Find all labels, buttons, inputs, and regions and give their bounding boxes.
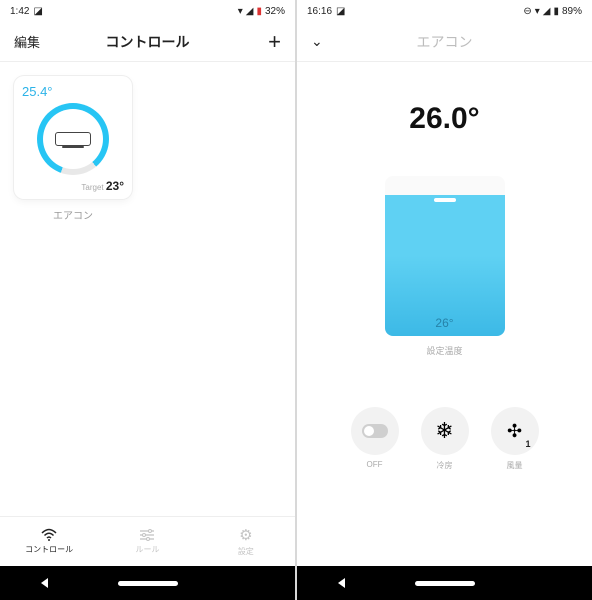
temp-slider[interactable]: 26° [385, 176, 505, 336]
power-control[interactable]: OFF [351, 407, 399, 471]
mode-button[interactable]: ❄ [421, 407, 469, 455]
edit-button[interactable]: 編集 [14, 32, 54, 51]
app-icon: ◪ [336, 6, 345, 17]
status-battery: 89% [562, 6, 582, 17]
toggle-button[interactable] [351, 407, 399, 455]
mode-control[interactable]: ❄ 冷房 [421, 407, 469, 471]
signal-icon: ◢ [246, 6, 254, 17]
status-time: 1:42 [10, 6, 29, 17]
nav-back-icon[interactable] [41, 578, 48, 588]
current-temp-display: 26.0° [409, 102, 479, 136]
calendar-icon: ◪ [33, 6, 42, 17]
phone-left: 1:42 ◪ ▾ ◢ ▮ 32% 編集 コントロール + 25.4° [0, 0, 295, 600]
page-title: エアコン [351, 32, 538, 52]
tab-label: 設定 [238, 546, 254, 557]
current-temp: 25.4° [22, 84, 124, 99]
page-title: コントロール [54, 32, 241, 52]
fan-button[interactable]: ✣ 1 [491, 407, 539, 455]
fan-control[interactable]: ✣ 1 風量 [491, 407, 539, 471]
tab-label: ルール [135, 544, 159, 555]
app-header: ⌄ エアコン [297, 22, 592, 62]
status-bar: 16:16 ◪ ⊖ ▾ ◢ ▮ 89% [297, 0, 592, 22]
tab-control[interactable]: コントロール [0, 517, 98, 566]
target-label: Target [81, 183, 103, 192]
status-battery: 32% [265, 6, 285, 17]
fan-level-badge: 1 [525, 439, 530, 449]
status-time: 16:16 [307, 6, 332, 17]
signal-icon: ◢ [543, 6, 551, 17]
battery-icon: ▮ [553, 6, 559, 17]
controls-row: OFF ❄ 冷房 ✣ 1 風量 [351, 407, 539, 471]
control-label: OFF [367, 460, 383, 469]
status-bar: 1:42 ◪ ▾ ◢ ▮ 32% [0, 0, 295, 22]
aircon-main: 26.0° 26° 設定温度 OFF ❄ 冷房 ✣ 1 [297, 62, 592, 566]
snowflake-icon: ❄ [435, 418, 453, 444]
device-grid: 25.4° Target 23° エアコン [0, 62, 295, 236]
wifi-icon: ▾ [535, 6, 540, 17]
android-nav-bar [0, 566, 295, 600]
battery-icon: ▮ [256, 6, 262, 17]
tab-bar: コントロール ルール ⚙ 設定 [0, 516, 295, 566]
slider-handle[interactable] [434, 198, 456, 202]
slider-caption: 設定温度 [426, 344, 462, 357]
tab-label: コントロール [25, 544, 73, 555]
device-card-aircon[interactable]: 25.4° Target 23° [14, 76, 132, 199]
temp-ring [37, 103, 109, 175]
aircon-icon [55, 132, 91, 146]
plus-icon[interactable]: + [268, 29, 281, 54]
android-nav-bar [297, 566, 592, 600]
tab-settings[interactable]: ⚙ 設定 [197, 517, 295, 566]
nav-back-icon[interactable] [338, 578, 345, 588]
gear-icon: ⚙ [239, 526, 252, 544]
control-label: 冷房 [437, 460, 453, 471]
tab-rules[interactable]: ルール [98, 517, 196, 566]
app-header: 編集 コントロール + [0, 22, 295, 62]
device-name: エアコン [14, 207, 132, 222]
nav-home-icon[interactable] [118, 581, 178, 586]
toggle-icon [362, 424, 388, 438]
fan-icon: ✣ [507, 421, 522, 442]
chevron-down-icon[interactable]: ⌄ [311, 33, 323, 49]
phone-right: 16:16 ◪ ⊖ ▾ ◢ ▮ 89% ⌄ エアコン 26.0° 26° 設定温… [297, 0, 592, 600]
slider-value: 26° [435, 316, 453, 330]
wifi-icon: ▾ [238, 6, 243, 17]
dnd-icon: ⊖ [523, 6, 531, 17]
control-label: 風量 [507, 460, 523, 471]
sliders-icon [139, 528, 155, 542]
target-value: 23° [106, 179, 124, 193]
nav-home-icon[interactable] [415, 581, 475, 586]
wifi-icon [41, 528, 57, 542]
